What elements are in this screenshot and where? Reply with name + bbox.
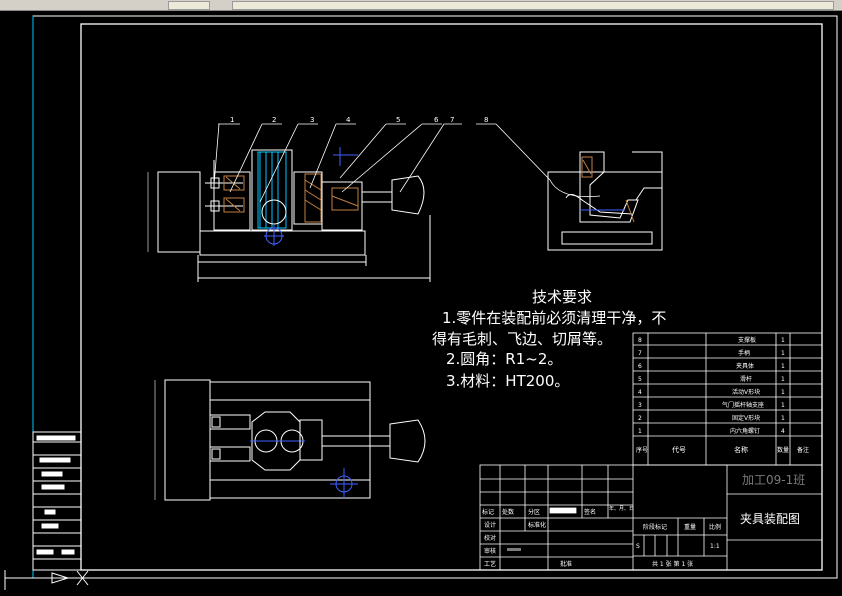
tb-stage-mark: 阶段标记 (643, 523, 667, 531)
notes-line-3: 2.圆角：R1~2。 (446, 350, 562, 368)
ucs-icon (4, 570, 89, 590)
top-view (154, 379, 426, 501)
balloon-6: 6 (434, 116, 439, 124)
bom-qty: 1 (781, 350, 785, 357)
tb-approve: 批准 (560, 560, 572, 568)
drawing-frame (32, 15, 838, 579)
drawing-canvas[interactable]: 1 2 3 4 5 6 7 8 技术要求 1.零件在装配前必须清理干净，不 得有… (0, 10, 842, 596)
bom-qty: 1 (781, 415, 785, 422)
tb-weight: 重量 (684, 523, 696, 531)
tb-scale: 比例 (709, 523, 721, 531)
tb-count: 处数 (502, 508, 514, 516)
tb-scale-value: 1:1 (710, 543, 720, 550)
tb-zone: 分区 (528, 508, 540, 516)
bom-header-seq: 序号 (636, 446, 648, 454)
tb-check: 校对 (484, 534, 496, 542)
bom-no: 7 (638, 350, 642, 357)
bom-no: 8 (638, 337, 642, 344)
balloon-3: 3 (310, 116, 314, 124)
notes-line-4: 3.材料：HT200。 (446, 372, 569, 390)
bom-qty: 4 (781, 428, 785, 435)
tb-design: 设计 (484, 521, 496, 529)
bom-name: 滑杆 (740, 375, 752, 383)
bom-no: 6 (638, 363, 642, 370)
bom-name: 固定V形块 (732, 414, 760, 422)
balloon-4: 4 (346, 116, 351, 124)
notes-title: 技术要求 (532, 288, 592, 306)
tb-date: 年、月、日 (609, 505, 634, 512)
balloon-8: 8 (484, 116, 488, 124)
balloon-2: 2 (272, 116, 276, 124)
notes-line-2: 得有毛刺、飞边、切屑等。 (432, 330, 612, 348)
bom-no: 1 (638, 428, 642, 435)
bom-name: 夹具体 (736, 362, 754, 370)
left-revision-table (32, 431, 82, 571)
bom-name: 气门摇杆轴支座 (722, 401, 764, 409)
side-view (547, 151, 663, 251)
bom-table (632, 332, 823, 466)
bom-name: 内六角螺钉 (730, 427, 760, 435)
bom-header-remark: 备注 (797, 446, 809, 454)
bom-header-code: 代号 (672, 445, 686, 454)
bom-name: 支撑板 (738, 336, 756, 344)
bom-qty: 1 (781, 402, 785, 409)
bom-header-qty: 数量 (777, 446, 789, 454)
tb-mark: 标记 (482, 508, 494, 516)
bom-name: 活动V形块 (732, 388, 760, 396)
tb-process: 工艺 (484, 560, 496, 568)
tb-sheets: 共 1 张 第 1 张 (652, 560, 693, 568)
bom-no: 5 (638, 376, 642, 383)
tb-drawing-name: 夹具装配图 (740, 512, 800, 526)
toolbar-button[interactable] (232, 1, 834, 10)
bom-qty: 1 (781, 337, 785, 344)
bom-header-name: 名称 (734, 445, 748, 454)
toolbar-button[interactable] (168, 1, 210, 10)
balloon-1: 1 (230, 116, 234, 124)
bom-no: 2 (638, 415, 642, 422)
bom-qty: 1 (781, 376, 785, 383)
bom-no: 3 (638, 402, 642, 409)
balloon-labels: 1 2 3 4 5 6 7 8 (230, 116, 488, 124)
balloon-7: 7 (450, 116, 454, 124)
tb-review: 审核 (484, 547, 496, 555)
bom-no: 4 (638, 389, 642, 396)
tb-sign: 签名 (584, 508, 596, 516)
bom-name: 手柄 (738, 349, 750, 357)
front-view (147, 147, 431, 282)
bom-qty: 1 (781, 389, 785, 396)
technical-notes: 技术要求 1.零件在装配前必须清理干净，不 得有毛刺、飞边、切屑等。 2.圆角：… (432, 288, 666, 390)
tb-stage-s: S (636, 543, 640, 550)
balloon-5: 5 (396, 116, 400, 124)
notes-line-1: 1.零件在装配前必须清理干净，不 (442, 309, 666, 327)
bom-qty: 1 (781, 363, 785, 370)
tb-standard: 标准化 (528, 521, 546, 529)
tb-org: 加工09-1班 (742, 473, 805, 487)
